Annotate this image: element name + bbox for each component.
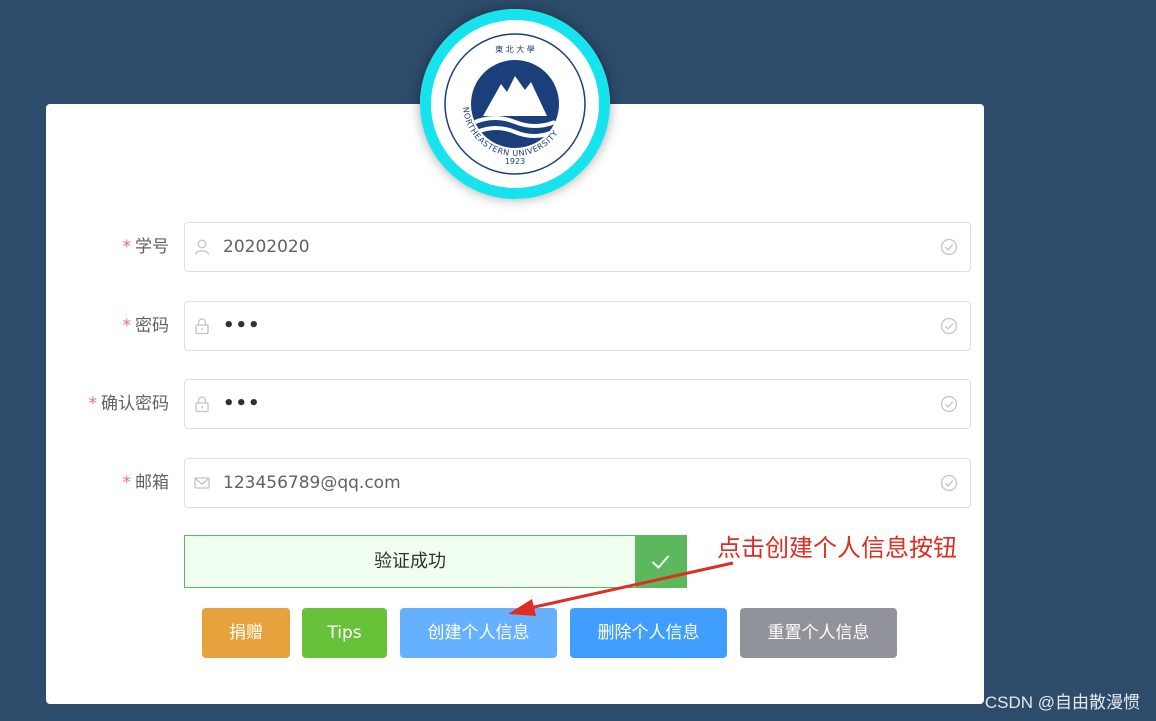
- check-circle-icon: [940, 317, 958, 335]
- required-star: *: [88, 394, 98, 414]
- label-text: 学号: [135, 237, 169, 257]
- logo-top-text: 東 北 大 學: [495, 44, 535, 54]
- required-star: *: [122, 237, 132, 257]
- email-value: 123456789@qq.com: [223, 473, 401, 493]
- check-circle-icon: [940, 474, 958, 492]
- student-id-value: 20202020: [223, 237, 310, 257]
- university-emblem-icon: NORTHEASTERN UNIVERSITY 1923 東 北 大 學: [444, 33, 586, 175]
- mail-icon: [194, 477, 210, 489]
- email-label: * 邮箱: [123, 458, 170, 508]
- verify-status-text: 验证成功: [374, 551, 446, 572]
- confirm-password-value: •••: [223, 393, 261, 414]
- confirm-password-label: * 确认密码: [89, 379, 170, 429]
- confirm-password-input[interactable]: •••: [184, 379, 971, 429]
- form-row-email: * 邮箱 123456789@qq.com: [46, 458, 984, 508]
- logo-year: 1923: [505, 157, 525, 166]
- student-id-input[interactable]: 20202020: [184, 222, 971, 272]
- watermark: CSDN @自由散漫惯: [984, 693, 1140, 712]
- annotation-text: 点击创建个人信息按钮: [717, 534, 957, 562]
- verify-slider-handle[interactable]: [635, 536, 686, 587]
- label-text: 密码: [135, 316, 169, 336]
- label-text: 邮箱: [135, 473, 169, 493]
- email-input[interactable]: 123456789@qq.com: [184, 458, 971, 508]
- lock-icon: [195, 318, 209, 335]
- label-text: 确认密码: [101, 394, 169, 414]
- student-id-label: * 学号: [123, 222, 170, 272]
- check-circle-icon: [940, 395, 958, 413]
- password-value: •••: [223, 315, 261, 336]
- create-profile-button[interactable]: 创建个人信息: [400, 608, 557, 658]
- form-row-student-id: * 学号 20202020: [46, 222, 984, 272]
- delete-profile-button[interactable]: 删除个人信息: [570, 608, 727, 658]
- user-icon: [194, 239, 210, 255]
- tips-button[interactable]: Tips: [302, 608, 387, 658]
- form-row-confirm-password: * 确认密码 •••: [46, 379, 984, 429]
- donate-button[interactable]: 捐赠: [202, 608, 290, 658]
- check-icon: [651, 555, 670, 569]
- password-label: * 密码: [123, 301, 170, 351]
- required-star: *: [122, 316, 132, 336]
- lock-icon: [195, 396, 209, 413]
- check-circle-icon: [940, 238, 958, 256]
- password-input[interactable]: •••: [184, 301, 971, 351]
- university-logo: NORTHEASTERN UNIVERSITY 1923 東 北 大 學: [420, 9, 610, 199]
- required-star: *: [122, 473, 132, 493]
- form-row-password: * 密码 •••: [46, 301, 984, 351]
- reset-profile-button[interactable]: 重置个人信息: [740, 608, 897, 658]
- slider-verify[interactable]: 验证成功: [184, 535, 687, 588]
